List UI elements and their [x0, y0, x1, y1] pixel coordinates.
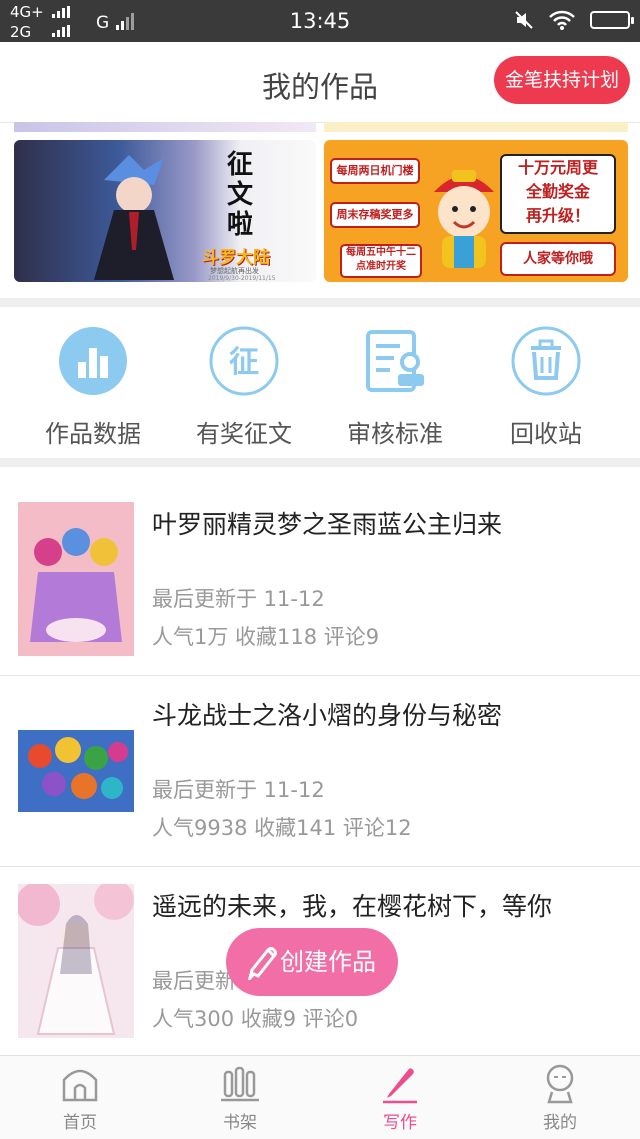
status-bar: 4G+ 2G G 13:45	[0, 0, 640, 42]
work-stats: 人气9938 收藏141 评论12	[152, 816, 412, 840]
pen-icon	[247, 947, 277, 980]
banner-headline: 征文啦	[226, 150, 253, 240]
banner-cta: 人家等你哦	[500, 242, 616, 276]
app-header: 我的作品 金笔扶持计划	[0, 42, 640, 123]
banner-box: 周末存稿奖更多	[330, 202, 420, 228]
tool-label: 审核标准	[347, 420, 443, 448]
work-title: 遥远的未来，我，在樱花树下，等你	[152, 892, 553, 921]
tab-bookshelf[interactable]: 书架	[185, 1062, 295, 1133]
tab-write[interactable]: 写作	[345, 1062, 455, 1133]
work-title: 叶罗丽精灵梦之圣雨蓝公主归来	[152, 510, 503, 539]
banner-box: 每周五中午十二点准时开奖	[340, 244, 422, 278]
work-cover-image	[18, 694, 134, 848]
tool-label: 作品数据	[45, 420, 141, 448]
bonus-announcement: 十万元周更 全勤奖金 再升级！	[500, 154, 616, 234]
mute-icon	[515, 11, 533, 29]
tool-review-standard[interactable]: 审核标准	[320, 326, 470, 449]
bar-chart-icon	[59, 327, 127, 395]
banner-strip	[324, 122, 628, 132]
work-cover-image	[18, 502, 134, 656]
bonus-line: 十万元周更	[517, 158, 598, 177]
work-updated: 最后更新	[152, 969, 236, 993]
banner-subtitle: 斗罗大陆	[202, 248, 270, 268]
work-item[interactable]: 叶罗丽精灵梦之圣雨蓝公主归来 最后更新于 11-12 人气1万 收藏118 评论…	[0, 485, 640, 676]
pen-icon	[383, 1068, 417, 1104]
battery-icon	[590, 11, 634, 29]
tab-label: 我的	[543, 1113, 577, 1133]
tab-label: 首页	[63, 1113, 97, 1133]
bottom-tab-bar: 首页 书架 写作 我的	[0, 1055, 640, 1139]
tool-contest[interactable]: 征 有奖征文	[169, 326, 319, 449]
section-divider	[0, 298, 640, 307]
work-title: 斗龙战士之洛小熠的身份与秘密	[152, 701, 503, 730]
anime-character-image	[94, 155, 174, 280]
tool-label: 回收站	[510, 420, 582, 448]
wifi-icon	[549, 10, 575, 30]
trash-icon	[511, 326, 581, 396]
contest-banner[interactable]: 征文啦 斗罗大陆 梦想起航再出发 2019/9/30-2019/11/15	[14, 140, 316, 282]
profile-icon	[546, 1064, 574, 1104]
bookshelf-icon	[221, 1066, 259, 1102]
bonus-banner[interactable]: 每周两日机门楼 周末存稿奖更多 每周五中午十二点准时开奖 十万元周更 全勤奖金 …	[324, 140, 628, 282]
contest-glyph: 征	[229, 345, 259, 380]
create-work-label: 创建作品	[280, 948, 376, 976]
section-divider	[0, 458, 640, 467]
work-updated: 最后更新于 11-12	[152, 778, 325, 802]
tool-grid: 作品数据 征 有奖征文 审核标准 回收站	[0, 308, 640, 458]
bonus-line: 再升级！	[525, 206, 590, 225]
work-item[interactable]: 斗龙战士之洛小熠的身份与秘密 最后更新于 11-12 人气9938 收藏141 …	[0, 676, 640, 867]
tab-mine[interactable]: 我的	[505, 1062, 615, 1133]
create-work-button[interactable]: 创建作品	[226, 928, 398, 996]
mascot-image	[434, 170, 494, 268]
contest-icon: 征	[209, 326, 279, 396]
tab-label: 写作	[383, 1113, 417, 1133]
tool-recycle-bin[interactable]: 回收站	[471, 326, 621, 449]
bonus-line: 全勤奖金	[525, 182, 590, 201]
work-updated: 最后更新于 11-12	[152, 587, 325, 611]
banner-strip	[14, 122, 316, 132]
work-stats: 人气300 收藏9 评论0	[152, 1007, 359, 1031]
tool-label: 有奖征文	[196, 420, 292, 448]
tab-home[interactable]: 首页	[25, 1062, 135, 1133]
gold-pen-support-button[interactable]: 金笔扶持计划	[494, 56, 630, 104]
banner-box: 每周两日机门楼	[330, 158, 420, 184]
work-cover-image	[18, 884, 134, 1038]
banner-date: 2019/9/30-2019/11/15	[208, 275, 276, 282]
tab-label: 书架	[223, 1113, 257, 1133]
home-icon	[62, 1069, 98, 1102]
tool-works-data[interactable]: 作品数据	[18, 326, 168, 449]
review-document-icon	[366, 330, 424, 392]
work-stats: 人气1万 收藏118 评论9	[152, 625, 380, 649]
